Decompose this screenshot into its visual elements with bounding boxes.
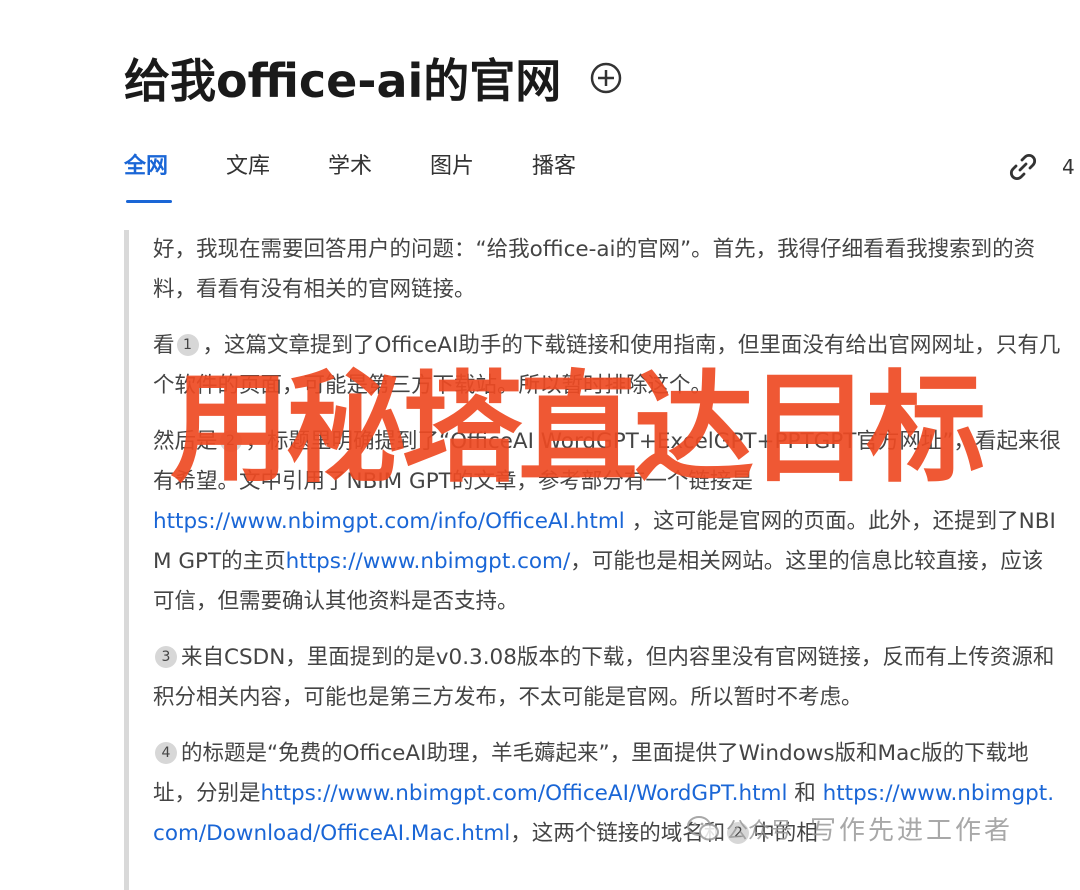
watermark-text: 写作先进工作者 bbox=[810, 816, 1014, 846]
source-link[interactable]: https://www.nbimgpt.com/info/OfficeAI.ht… bbox=[153, 509, 625, 534]
paragraph-text: ，标题里明确提到了“OfficeAI WordGPT+ExcelGPT+PPTG… bbox=[153, 429, 1062, 494]
citation-badge[interactable]: 2 bbox=[219, 430, 242, 452]
paragraph-text: 看 bbox=[153, 333, 175, 358]
citation-badge[interactable]: 4 bbox=[155, 742, 177, 764]
title-row: 给我office-ai的官网 bbox=[124, 48, 623, 108]
source-link[interactable]: https://www.nbimgpt.com/OfficeAI/WordGPT… bbox=[261, 781, 788, 806]
citation-badge[interactable]: 3 bbox=[155, 646, 177, 668]
answer-paragraph: 然后是 2 ，标题里明确提到了“OfficeAI WordGPT+ExcelGPT+… bbox=[153, 422, 1064, 622]
share-area: 4 bbox=[1006, 150, 1075, 184]
paragraph-text: 和 bbox=[787, 781, 823, 806]
link-icon[interactable] bbox=[1006, 150, 1040, 184]
add-circle-icon[interactable] bbox=[589, 61, 623, 95]
source-link[interactable]: https://www.nbimgpt.com/ bbox=[286, 549, 571, 574]
paragraph-text: 好，我现在需要回答用户的问题：“给我office-ai的官网”。首先，我得仔细看… bbox=[153, 237, 1036, 302]
paragraph-text: ，这篇文章提到了OfficeAI助手的下载链接和使用指南，但里面没有给出官网网址… bbox=[153, 333, 1061, 398]
tab-podcast[interactable]: 播客 bbox=[532, 148, 576, 180]
tab-library[interactable]: 文库 bbox=[226, 148, 270, 180]
watermark: 公众号 写作先进工作者 bbox=[686, 810, 1013, 847]
watermark-source: 公众号 bbox=[726, 818, 793, 844]
paragraph-text: 来自CSDN，里面提到的是v0.3.08版本的下载，但内容里没有官网链接，反而有… bbox=[153, 645, 1055, 710]
tab-all-web[interactable]: 全网 bbox=[124, 148, 168, 180]
answer-paragraph: 看 1 ，这篇文章提到了OfficeAI助手的下载链接和使用指南，但里面没有给出官网… bbox=[153, 326, 1064, 406]
answer-thinking-block: 好，我现在需要回答用户的问题：“给我office-ai的官网”。首先，我得仔细看… bbox=[124, 230, 1064, 890]
answer-paragraph: 3 来自CSDN，里面提到的是v0.3.08版本的下载，但内容里没有官网链接，反而… bbox=[153, 638, 1064, 718]
page-title: 给我office-ai的官网 bbox=[124, 54, 562, 108]
citation-badge[interactable]: 1 bbox=[176, 334, 199, 356]
paragraph-text: 然后是 bbox=[153, 429, 218, 454]
share-count: 4 bbox=[1062, 155, 1075, 179]
active-tab-indicator bbox=[126, 200, 172, 203]
wechat-icon bbox=[687, 815, 719, 840]
answer-paragraph: 好，我现在需要回答用户的问题：“给我office-ai的官网”。首先，我得仔细看… bbox=[153, 230, 1064, 310]
tab-academic[interactable]: 学术 bbox=[328, 148, 372, 180]
tab-images[interactable]: 图片 bbox=[430, 148, 474, 180]
